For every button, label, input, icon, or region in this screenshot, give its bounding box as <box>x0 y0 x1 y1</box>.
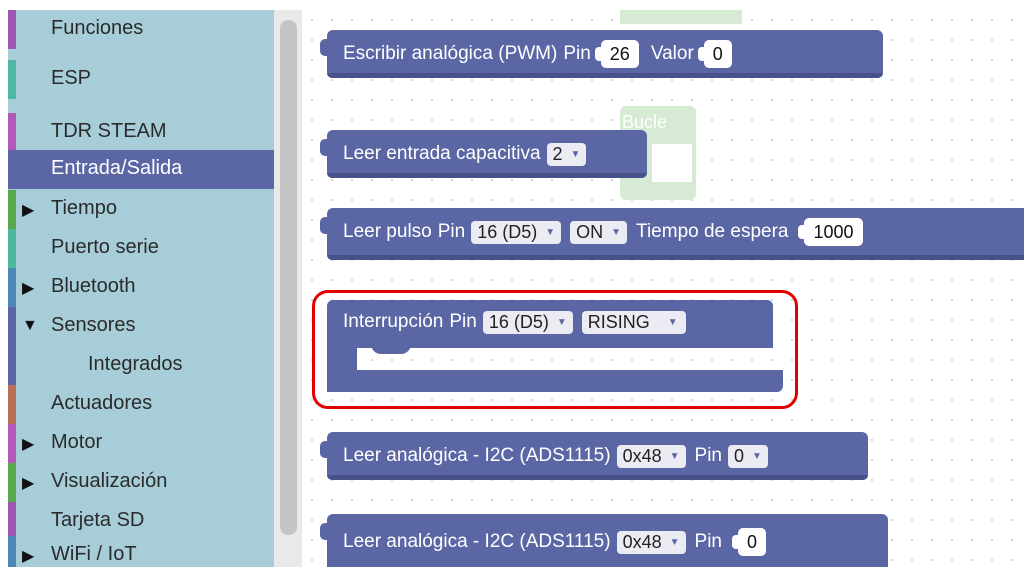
dropdown-value: 0 <box>733 445 744 466</box>
category-color-bar <box>8 307 16 346</box>
dropdown-value: 16 (D5) <box>477 221 538 242</box>
category-puerto-serie[interactable]: Puerto serie <box>8 229 274 268</box>
category-color-bar <box>8 190 16 229</box>
category-color-bar <box>8 424 16 463</box>
category-label: Motor <box>51 431 103 453</box>
ghost-loop-block-top <box>620 10 742 24</box>
pin-label: Pin <box>437 221 466 242</box>
pin-label: Pin <box>694 445 722 466</box>
block-read-analog-i2c-input[interactable]: Leer analógica - I2C (ADS1115) 0x48 ▼ Pi… <box>320 514 888 567</box>
category-integrados[interactable]: Integrados <box>8 346 274 385</box>
dropdown-value: ON <box>576 221 604 242</box>
timeout-label: Tiempo de espera <box>636 221 789 242</box>
block-label: Leer analógica - I2C (ADS1115) <box>343 531 611 552</box>
pin-label: Pin <box>563 43 591 64</box>
category-color-bar <box>8 385 16 424</box>
pulse-pin-dropdown[interactable]: 16 (D5) ▼ <box>471 220 562 244</box>
category-color-bar <box>8 113 16 152</box>
pin-label: Pin <box>694 531 722 552</box>
dropdown-arrow-icon: ▼ <box>545 226 556 238</box>
category-color-bar <box>8 10 16 49</box>
category-label: TDR STEAM <box>51 120 167 142</box>
dropdown-arrow-icon: ▼ <box>669 450 680 462</box>
dropdown-arrow-icon: ▼ <box>669 536 680 548</box>
category-label: Actuadores <box>51 392 153 414</box>
block-read-pulse[interactable]: Leer pulso Pin 16 (D5) ▼ ON ▼ Tiempo de … <box>320 208 1024 260</box>
expand-arrow-icon[interactable]: ▶ <box>22 473 34 493</box>
category-label: Entrada/Salida <box>51 157 183 179</box>
timeout-number-input[interactable]: 1000 <box>798 218 863 246</box>
category-tiempo[interactable]: ▶ Tiempo <box>8 190 274 229</box>
pin-number-input[interactable]: 26 <box>594 40 639 68</box>
category-color-bar <box>8 346 16 385</box>
toolbox-scrollbar-thumb[interactable] <box>280 20 297 535</box>
category-toolbox: Funciones ESP TDR STEAM Entrada/Salida ▶… <box>8 10 274 567</box>
category-bluetooth[interactable]: ▶ Bluetooth <box>8 268 274 307</box>
dropdown-arrow-icon: ▼ <box>752 450 762 462</box>
capacitive-pin-dropdown[interactable]: 2 ▼ <box>546 142 587 166</box>
category-label: Integrados <box>88 353 183 375</box>
value-number-input[interactable]: 0 <box>697 40 732 68</box>
category-funciones[interactable]: Funciones <box>8 10 274 49</box>
dropdown-arrow-icon: ▼ <box>570 148 581 160</box>
category-color-bar <box>8 150 16 189</box>
category-sensores[interactable]: ▼ Sensores <box>8 307 274 346</box>
expand-arrow-icon[interactable]: ▶ <box>22 434 34 454</box>
pin-number-input[interactable]: 0 <box>731 528 766 556</box>
category-color-bar <box>8 268 16 307</box>
expand-arrow-icon[interactable]: ▶ <box>22 546 34 566</box>
dropdown-value: 2 <box>552 143 563 164</box>
category-color-bar <box>8 229 16 268</box>
value-label: Valor <box>650 43 694 64</box>
block-workspace[interactable]: Bucle Escribir analógica (PWM) Pin 26 Va… <box>302 10 1024 567</box>
category-motor[interactable]: ▶ Motor <box>8 424 274 463</box>
dropdown-value: 0x48 <box>622 531 662 552</box>
block-read-analog-i2c[interactable]: Leer analógica - I2C (ADS1115) 0x48 ▼ Pi… <box>320 432 868 480</box>
highlight-annotation-box <box>312 290 798 409</box>
category-wifi-iot[interactable]: ▶ WiFi / IoT <box>8 536 274 567</box>
expand-arrow-icon[interactable]: ▶ <box>22 278 34 298</box>
category-label: Visualización <box>51 470 168 492</box>
category-color-bar <box>8 536 16 567</box>
category-color-bar <box>8 60 16 99</box>
dropdown-value: 0x48 <box>622 445 662 466</box>
expand-arrow-icon[interactable]: ▶ <box>22 200 34 220</box>
pulse-state-dropdown[interactable]: ON ▼ <box>570 220 628 244</box>
category-label: ESP <box>51 67 92 89</box>
category-label: Funciones <box>51 17 144 39</box>
block-label: Leer entrada capacitiva <box>343 143 541 164</box>
i2c-address-dropdown[interactable]: 0x48 ▼ <box>616 530 686 554</box>
category-label: Tiempo <box>51 197 117 219</box>
block-read-capacitive[interactable]: Leer entrada capacitiva 2 ▼ <box>320 130 647 178</box>
category-label: Sensores <box>51 314 136 336</box>
category-esp[interactable]: ESP <box>8 60 274 99</box>
category-tdr-steam[interactable]: TDR STEAM <box>8 113 274 152</box>
category-visualizacion[interactable]: ▶ Visualización <box>8 463 274 502</box>
block-label: Leer pulso <box>343 221 432 242</box>
category-color-bar <box>8 463 16 502</box>
block-label: Leer analógica - I2C (ADS1115) <box>343 445 611 466</box>
category-label: WiFi / IoT <box>51 543 137 565</box>
category-entrada-salida[interactable]: Entrada/Salida <box>8 150 274 189</box>
category-label: Bluetooth <box>51 275 136 297</box>
category-actuadores[interactable]: Actuadores <box>8 385 274 424</box>
category-label: Puerto serie <box>51 236 159 258</box>
i2c-address-dropdown[interactable]: 0x48 ▼ <box>616 444 686 468</box>
block-label: Escribir analógica (PWM) <box>343 43 558 64</box>
category-label: Tarjeta SD <box>51 509 145 531</box>
ghost-loop-gap <box>652 144 692 182</box>
block-analog-write-pwm[interactable]: Escribir analógica (PWM) Pin 26 Valor 0 <box>320 30 883 78</box>
i2c-pin-dropdown[interactable]: 0 ▼ <box>727 444 768 468</box>
collapse-arrow-icon[interactable]: ▼ <box>22 317 38 335</box>
dropdown-arrow-icon: ▼ <box>611 226 622 238</box>
